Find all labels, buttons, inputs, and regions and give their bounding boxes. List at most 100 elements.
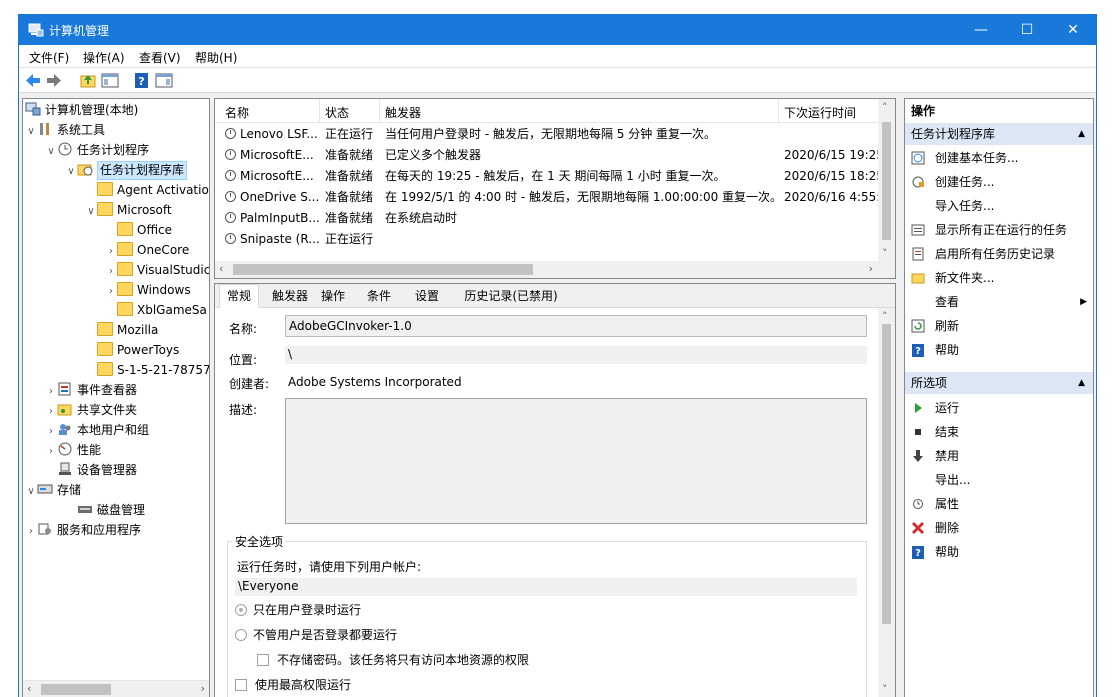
- back-arrow-icon[interactable]: [24, 72, 42, 89]
- tree-item-office[interactable]: Office: [105, 220, 172, 240]
- scroll-thumb[interactable]: [882, 122, 891, 240]
- chevron-down-icon[interactable]: ∨: [45, 142, 57, 162]
- column-header-trigger[interactable]: 触发器: [385, 104, 421, 121]
- chevron-down-icon[interactable]: ∨: [65, 162, 77, 182]
- tree-item-performance[interactable]: › 性能: [45, 440, 101, 460]
- tree-item-windows[interactable]: › Windows: [105, 280, 191, 300]
- chevron-right-icon[interactable]: ›: [45, 382, 57, 402]
- scroll-left-icon[interactable]: ‹: [27, 682, 31, 695]
- scroll-right-icon[interactable]: ›: [869, 262, 873, 275]
- action-show-running-tasks[interactable]: 显示所有正在运行的任务: [905, 218, 1093, 242]
- menu-action[interactable]: 操作(A): [83, 49, 125, 66]
- action-view[interactable]: 查看 ▶: [905, 290, 1093, 314]
- tree-item-root[interactable]: 计算机管理(本地): [25, 100, 138, 120]
- chevron-down-icon[interactable]: ∨: [85, 202, 97, 222]
- tree-item-xblgamesave[interactable]: XblGameSa: [105, 300, 207, 320]
- tab-triggers[interactable]: 触发器: [267, 287, 313, 308]
- chevron-right-icon[interactable]: ›: [45, 422, 57, 442]
- run-as-user-field[interactable]: \Everyone: [235, 578, 857, 596]
- radio-button[interactable]: [235, 604, 247, 616]
- action-run[interactable]: 运行: [905, 396, 1093, 420]
- scroll-up-icon[interactable]: ˄: [882, 310, 888, 323]
- scroll-thumb[interactable]: [882, 324, 891, 624]
- chevron-right-icon[interactable]: ›: [45, 402, 57, 422]
- tree-item-sid-folder[interactable]: S-1-5-21-78757: [85, 360, 209, 380]
- tab-settings[interactable]: 设置: [409, 287, 445, 308]
- tree-item-shared-folders[interactable]: › 共享文件夹: [45, 400, 137, 420]
- action-end[interactable]: 结束: [905, 420, 1093, 444]
- scroll-down-icon[interactable]: ˅: [882, 247, 888, 260]
- tab-actions[interactable]: 操作: [315, 287, 351, 308]
- show-hide-action-pane-icon[interactable]: [155, 72, 173, 89]
- action-create-task[interactable]: 创建任务...: [905, 170, 1093, 194]
- action-enable-history[interactable]: 启用所有任务历史记录: [905, 242, 1093, 266]
- radio-button[interactable]: [235, 629, 247, 641]
- tree-item-local-users[interactable]: › 本地用户和组: [45, 420, 149, 440]
- maximize-button[interactable]: ☐: [1004, 15, 1050, 45]
- table-row[interactable]: OneDrive S... 准备就绪 在 1992/5/1 的 4:00 时 -…: [215, 187, 879, 208]
- column-header-next-run[interactable]: 下次运行时间: [784, 104, 856, 121]
- column-header-status[interactable]: 状态: [325, 104, 349, 121]
- radio-run-logged-on[interactable]: 只在用户登录时运行: [235, 601, 361, 618]
- tab-general[interactable]: 常规: [219, 284, 259, 308]
- action-refresh[interactable]: 刷新: [905, 314, 1093, 338]
- checkbox[interactable]: [257, 654, 269, 666]
- tree-item-onecore[interactable]: › OneCore: [105, 240, 189, 260]
- action-delete[interactable]: 删除: [905, 516, 1093, 540]
- location-field[interactable]: \: [285, 346, 867, 364]
- tree-item-task-scheduler[interactable]: ∨ 任务计划程序: [45, 140, 149, 160]
- scroll-right-icon[interactable]: ›: [201, 682, 205, 695]
- author-value[interactable]: Adobe Systems Incorporated: [288, 375, 462, 389]
- actions-section-selected-item[interactable]: 所选项 ▲: [905, 372, 1093, 394]
- forward-arrow-icon[interactable]: [45, 72, 63, 89]
- tree-item-mozilla[interactable]: Mozilla: [85, 320, 158, 340]
- chevron-right-icon[interactable]: ›: [105, 262, 117, 282]
- description-field[interactable]: [285, 398, 867, 524]
- action-create-basic-task[interactable]: 创建基本任务...: [905, 146, 1093, 170]
- up-folder-icon[interactable]: [79, 72, 97, 89]
- tree-item-powertoys[interactable]: PowerToys: [85, 340, 179, 360]
- task-list-horizontal-scrollbar[interactable]: ‹ ›: [215, 261, 895, 278]
- close-button[interactable]: ✕: [1050, 15, 1096, 45]
- collapse-up-icon[interactable]: ▲: [1078, 123, 1085, 145]
- tree-item-disk-management[interactable]: 磁盘管理: [65, 500, 145, 520]
- tab-conditions[interactable]: 条件: [361, 287, 397, 308]
- action-help-selected[interactable]: ? 帮助: [905, 540, 1093, 564]
- tree-item-agent-activation[interactable]: Agent Activatio: [85, 180, 209, 200]
- tree-horizontal-scrollbar[interactable]: ‹ ›: [23, 680, 209, 697]
- menu-view[interactable]: 查看(V): [139, 49, 181, 66]
- scroll-thumb[interactable]: [41, 684, 111, 695]
- action-new-folder[interactable]: 新文件夹...: [905, 266, 1093, 290]
- tree-item-storage[interactable]: ∨ 存储: [25, 480, 81, 500]
- tree-item-microsoft[interactable]: ∨ Microsoft: [85, 200, 172, 220]
- tree-item-system-tools[interactable]: ∨ 系统工具: [25, 120, 105, 140]
- chevron-right-icon[interactable]: ›: [45, 442, 57, 462]
- scroll-down-icon[interactable]: ˅: [882, 683, 888, 696]
- scroll-left-icon[interactable]: ‹: [219, 262, 223, 275]
- collapse-up-icon[interactable]: ▲: [1078, 372, 1085, 394]
- minimize-button[interactable]: —: [958, 15, 1004, 45]
- menu-help[interactable]: 帮助(H): [195, 49, 237, 66]
- scroll-thumb[interactable]: [233, 264, 533, 275]
- show-hide-tree-icon[interactable]: [101, 72, 119, 89]
- tree-item-device-manager[interactable]: 设备管理器: [45, 460, 137, 480]
- task-name-field[interactable]: AdobeGCInvoker-1.0: [285, 315, 867, 337]
- menu-file[interactable]: 文件(F): [29, 49, 69, 66]
- table-row[interactable]: MicrosoftE... 准备就绪 在每天的 19:25 - 触发后，在 1 …: [215, 166, 879, 187]
- chevron-right-icon[interactable]: ›: [105, 282, 117, 302]
- action-disable[interactable]: 禁用: [905, 444, 1093, 468]
- checkbox-do-not-store-password[interactable]: 不存储密码。该任务将只有访问本地资源的权限: [257, 651, 529, 668]
- chevron-down-icon[interactable]: ∨: [25, 482, 37, 502]
- scroll-up-icon[interactable]: ˄: [882, 101, 888, 114]
- tree-item-task-library[interactable]: ∨ 任务计划程序库: [65, 160, 188, 182]
- table-row[interactable]: Lenovo LSF... 正在运行 当任何用户登录时 - 触发后，无限期地每隔…: [215, 124, 879, 145]
- action-properties[interactable]: 属性: [905, 492, 1093, 516]
- actions-section-task-library[interactable]: 任务计划程序库 ▲: [905, 123, 1093, 145]
- table-row[interactable]: PalmInputB... 准备就绪 在系统启动时: [215, 208, 879, 229]
- checkbox-highest-privileges[interactable]: 使用最高权限运行: [235, 676, 351, 693]
- chevron-down-icon[interactable]: ∨: [25, 122, 37, 142]
- table-row[interactable]: MicrosoftE... 准备就绪 已定义多个触发器 2020/6/15 19…: [215, 145, 879, 166]
- tree-item-visualstudio[interactable]: › VisualStudic: [105, 260, 209, 282]
- action-export[interactable]: 导出...: [905, 468, 1093, 492]
- radio-run-whether-logged-on[interactable]: 不管用户是否登录都要运行: [235, 626, 397, 643]
